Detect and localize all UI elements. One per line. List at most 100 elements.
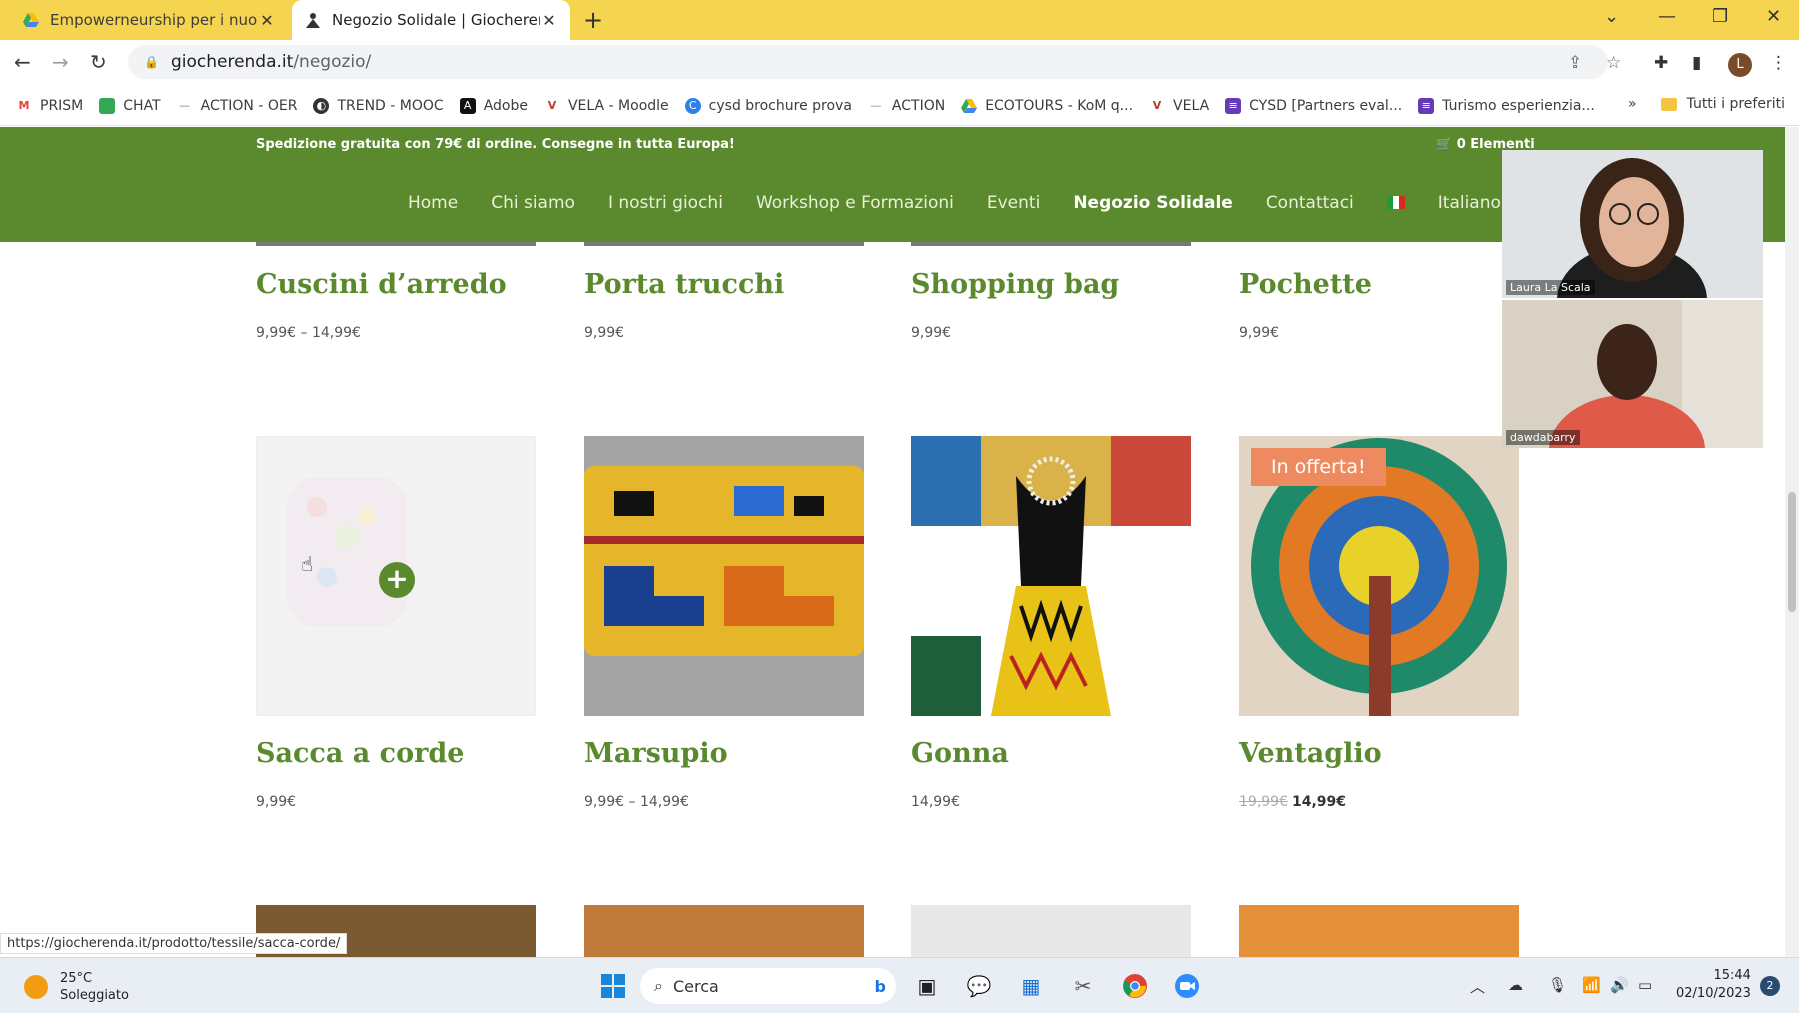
page-scrollbar[interactable] xyxy=(1785,127,1799,957)
menu-nostri-giochi[interactable]: I nostri giochi xyxy=(608,193,723,213)
bookmark-action[interactable]: — ACTION xyxy=(868,98,945,114)
product-image-sacca[interactable]: + ☝ xyxy=(256,436,536,716)
bookmark-vela[interactable]: V VELA xyxy=(1149,98,1209,114)
product-image-marsupio[interactable] xyxy=(584,436,864,716)
forward-icon[interactable]: → xyxy=(52,50,69,74)
bookmark-cysd-partners[interactable]: ≡ CYSD [Partners eval... xyxy=(1225,97,1402,114)
sale-badge: In offerta! xyxy=(1251,448,1386,486)
tab-empowerneurship[interactable]: Empowerneurship per i nuovi ar ✕ xyxy=(10,0,288,40)
product-title[interactable]: Porta trucchi xyxy=(584,269,784,300)
restore-icon[interactable]: ❐ xyxy=(1712,6,1728,27)
volume-icon[interactable]: 🔊 xyxy=(1610,976,1629,994)
bookmarks-bar: M PRISM CHAT — ACTION - OER ◐ TREND - MOOC … xyxy=(0,86,1799,126)
forms-icon: ≡ xyxy=(1418,97,1435,114)
clock-date: 02/10/2023 xyxy=(1676,986,1751,1001)
video-tile-dawdabarry[interactable]: dawdabarry xyxy=(1502,300,1763,448)
bookmarks-overflow-icon[interactable]: » xyxy=(1628,96,1637,112)
product-title[interactable]: Marsupio xyxy=(584,738,728,769)
close-tab-icon[interactable]: ✕ xyxy=(540,11,558,30)
new-tab-icon[interactable]: + xyxy=(583,6,603,34)
bookmark-turismo[interactable]: ≡ Turismo esperienzia... xyxy=(1418,97,1595,114)
close-tab-icon[interactable]: ✕ xyxy=(258,11,276,30)
globe-icon: ◐ xyxy=(313,97,330,114)
bookmark-cysd-brochure[interactable]: Ccysd brochure prova xyxy=(684,97,852,114)
share-icon[interactable]: ⇪ xyxy=(1568,53,1582,73)
product-price: 14,99€ xyxy=(911,794,960,810)
menu-workshop[interactable]: Workshop e Formazioni xyxy=(756,193,954,213)
menu-eventi[interactable]: Eventi xyxy=(987,193,1040,213)
url-path: /negozio/ xyxy=(293,52,372,72)
product-image-ventaglio[interactable]: In offerta! xyxy=(1239,436,1519,716)
participant-video xyxy=(1502,300,1763,448)
onedrive-icon[interactable]: ☁ xyxy=(1508,976,1523,994)
bookmark-star-icon[interactable]: ☆ xyxy=(1606,53,1621,73)
shipping-notice: Spedizione gratuita con 79€ di ordine. C… xyxy=(256,137,735,152)
bookmark-vela-moodle[interactable]: V VELA - Moodle xyxy=(544,98,669,114)
product-image[interactable] xyxy=(584,905,864,957)
tray-overflow-icon[interactable]: ︿ xyxy=(1470,976,1485,997)
gmail-icon: M xyxy=(18,99,30,112)
product-price: 9,99€ – 14,99€ xyxy=(256,325,361,341)
notification-badge[interactable]: 2 xyxy=(1760,976,1780,996)
bookmarks-folder[interactable]: Tutti i preferiti xyxy=(1687,96,1785,112)
windows-taskbar: 25°C Soleggiato ⌕ Cerca b ▣ 💬 ▦ ✂ ︿ ☁ 🎙 📶… xyxy=(0,957,1799,1013)
weather-widget[interactable]: 25°C Soleggiato xyxy=(24,970,129,1004)
product-image[interactable] xyxy=(1239,905,1519,957)
adobe-icon: A xyxy=(459,97,476,114)
vela-icon: V xyxy=(1152,99,1162,112)
menu-chi-siamo[interactable]: Chi siamo xyxy=(491,193,575,213)
back-icon[interactable]: ← xyxy=(14,50,31,74)
add-to-cart-icon[interactable]: + xyxy=(379,562,415,598)
tab-title: Negozio Solidale | Giocherenda xyxy=(332,11,540,29)
snipping-tool-icon[interactable]: ✂ xyxy=(1068,971,1098,1001)
minimize-icon[interactable]: — xyxy=(1658,6,1676,27)
wifi-icon[interactable]: 📶 xyxy=(1582,976,1601,994)
bookmark-prism[interactable]: M PRISM xyxy=(16,98,84,114)
tab-negozio-solidale[interactable]: Negozio Solidale | Giocherenda ✕ xyxy=(292,0,570,40)
close-window-icon[interactable]: ✕ xyxy=(1766,6,1781,27)
task-view-icon[interactable]: ▣ xyxy=(912,971,942,1001)
chrome-icon[interactable] xyxy=(1120,971,1150,1001)
product-title[interactable]: Ventaglio xyxy=(1239,738,1382,769)
menu-home[interactable]: Home xyxy=(408,193,458,213)
product-image-gonna[interactable] xyxy=(911,436,1191,716)
side-panel-icon[interactable]: ▮ xyxy=(1692,53,1701,73)
microphone-icon[interactable]: 🎙 xyxy=(1548,976,1567,994)
bookmark-action-oer[interactable]: — ACTION - OER xyxy=(177,98,297,114)
bookmark-ecotours[interactable]: ECOTOURS - KoM q... xyxy=(961,98,1133,114)
product-image[interactable] xyxy=(911,905,1191,957)
battery-icon[interactable]: ▭ xyxy=(1638,976,1652,994)
scrollbar-thumb[interactable] xyxy=(1788,492,1796,612)
system-clock[interactable]: 15:44 02/10/2023 xyxy=(1676,967,1751,1003)
video-tile-laura[interactable]: Laura La Scala xyxy=(1502,150,1763,298)
windows-start-icon[interactable] xyxy=(598,971,628,1001)
menu-negozio-solidale[interactable]: Negozio Solidale xyxy=(1073,193,1233,213)
profile-avatar[interactable]: L xyxy=(1728,53,1752,77)
taskbar-search[interactable]: ⌕ Cerca b xyxy=(640,968,896,1004)
italy-flag-icon xyxy=(1386,196,1405,209)
tab-search-icon[interactable]: ⌄ xyxy=(1604,6,1619,27)
bookmark-trend-mooc[interactable]: ◐ TREND - MOOC xyxy=(313,97,444,114)
teams-chat-icon[interactable]: 💬 xyxy=(964,971,994,1001)
browser-menu-icon[interactable]: ⋮ xyxy=(1770,53,1787,73)
bookmark-chat[interactable]: CHAT xyxy=(99,97,161,114)
outlook-icon[interactable]: ▦ xyxy=(1016,971,1046,1001)
product-title[interactable]: Cuscini d’arredo xyxy=(256,269,507,300)
drive-icon xyxy=(961,98,978,114)
clock-time: 15:44 xyxy=(1713,968,1751,983)
menu-contattaci[interactable]: Contattaci xyxy=(1266,193,1354,213)
extensions-icon[interactable]: ✚ xyxy=(1654,53,1668,73)
status-url: https://giocherenda.it/prodotto/tessile/… xyxy=(0,933,348,954)
giocherenda-favicon-icon xyxy=(304,11,322,29)
product-title[interactable]: Pochette xyxy=(1239,269,1372,300)
zoom-icon[interactable] xyxy=(1172,971,1202,1001)
reload-icon[interactable]: ↻ xyxy=(90,50,107,74)
product-photo xyxy=(584,436,864,716)
product-title[interactable]: Sacca a corde xyxy=(256,738,464,769)
product-title[interactable]: Shopping bag xyxy=(911,269,1119,300)
browser-toolbar: ← → ↻ 🔒 giocherenda.it/negozio/ ⇪ ☆ ✚ ▮ … xyxy=(0,40,1799,84)
chat-icon xyxy=(99,97,116,114)
product-title[interactable]: Gonna xyxy=(911,738,1009,769)
address-bar[interactable]: 🔒 giocherenda.it/negozio/ xyxy=(128,45,1608,79)
bookmark-adobe[interactable]: A Adobe xyxy=(459,97,528,114)
